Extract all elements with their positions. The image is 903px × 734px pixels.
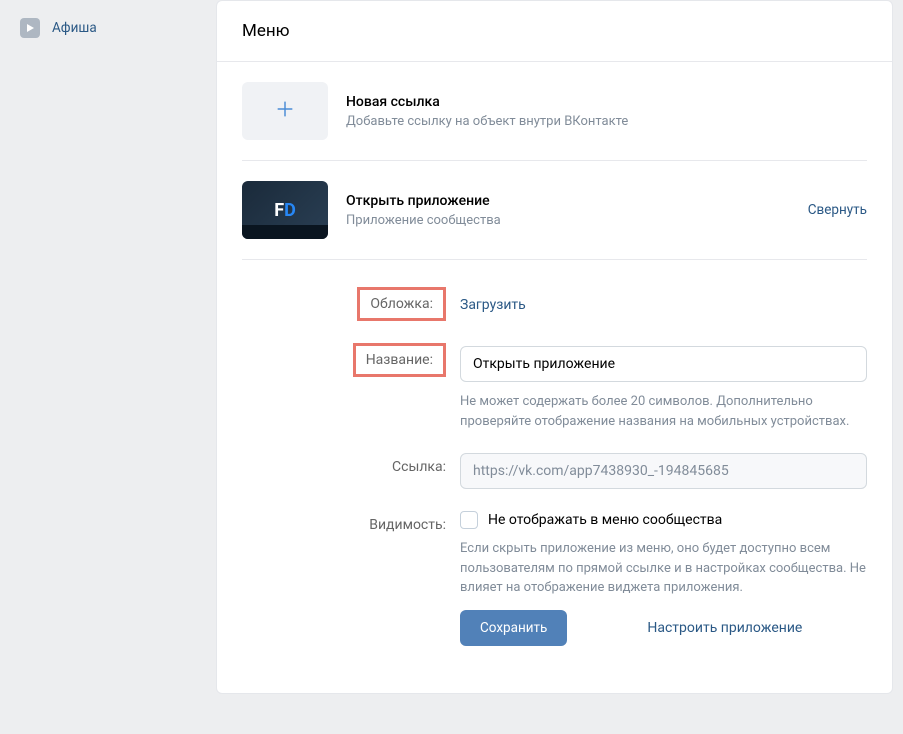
link-input: [460, 453, 867, 489]
visibility-row: Видимость: Не отображать в меню сообщест…: [242, 511, 867, 646]
form-actions: Сохранить Настроить приложение: [460, 610, 867, 646]
name-input[interactable]: [460, 346, 867, 382]
main-content: Меню Новая ссылка Добавьте с: [200, 0, 903, 734]
new-link-subtitle: Добавьте ссылку на объект внутри ВКонтак…: [346, 114, 867, 129]
save-button[interactable]: Сохранить: [460, 610, 567, 646]
add-thumbnail: [242, 82, 328, 140]
new-link-title: Новая ссылка: [346, 94, 867, 110]
link-row: Ссылка:: [242, 453, 867, 489]
sidebar-item-afisha[interactable]: Афиша: [0, 12, 200, 44]
card-header: Меню: [217, 1, 892, 62]
app-form: Обложка: Загрузить Название: Не может со…: [242, 259, 867, 646]
name-row: Название: Не может содержать более 20 си…: [242, 346, 867, 431]
app-logo-icon: FD: [274, 200, 296, 221]
name-label: Название:: [353, 343, 446, 377]
name-hint: Не может содержать более 20 символов. До…: [460, 392, 867, 431]
link-label: Ссылка:: [392, 459, 446, 475]
sidebar: Афиша: [0, 0, 200, 734]
cover-row: Обложка: Загрузить: [242, 290, 867, 324]
app-title: Открыть приложение: [346, 193, 790, 209]
plus-icon: [274, 98, 296, 124]
visibility-hint: Если скрыть приложение из меню, оно буде…: [460, 539, 867, 598]
app-subtitle: Приложение сообщества: [346, 213, 790, 228]
upload-link[interactable]: Загрузить: [460, 297, 526, 313]
cover-label: Обложка:: [357, 287, 446, 321]
card-body: Новая ссылка Добавьте ссылку на объект в…: [217, 62, 892, 693]
visibility-label: Видимость:: [369, 517, 446, 533]
app-text: Открыть приложение Приложение сообщества: [346, 193, 790, 228]
menu-card: Меню Новая ссылка Добавьте с: [216, 0, 893, 694]
visibility-checkbox-label: Не отображать в меню сообщества: [488, 512, 722, 528]
play-icon: [20, 18, 40, 38]
new-link-text: Новая ссылка Добавьте ссылку на объект в…: [346, 94, 867, 129]
visibility-checkbox[interactable]: [460, 511, 478, 529]
collapse-link[interactable]: Свернуть: [808, 202, 867, 218]
app-thumbnail[interactable]: FD: [242, 181, 328, 239]
configure-link[interactable]: Настроить приложение: [647, 620, 802, 636]
app-item: FD Открыть приложение Приложение сообщес…: [242, 161, 867, 259]
visibility-checkbox-row[interactable]: Не отображать в меню сообщества: [460, 511, 867, 529]
new-link-item[interactable]: Новая ссылка Добавьте ссылку на объект в…: [242, 62, 867, 161]
page-title: Меню: [242, 21, 867, 41]
sidebar-item-label: Афиша: [52, 20, 97, 36]
